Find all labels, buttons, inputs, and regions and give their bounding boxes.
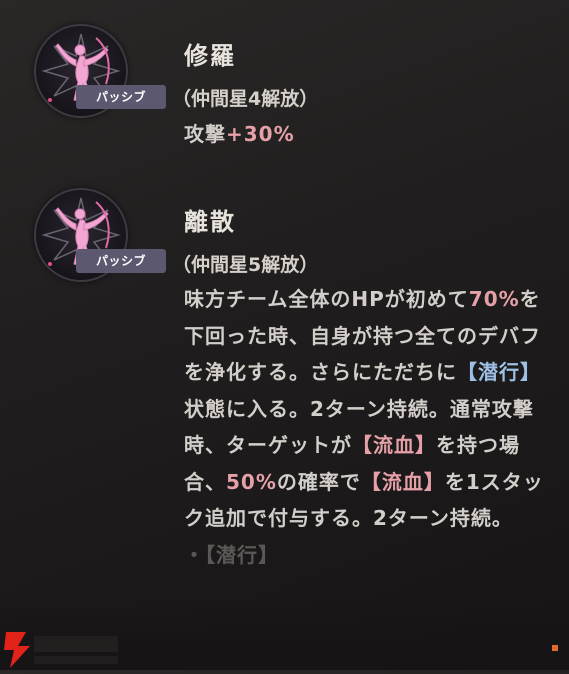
skill-effect: 攻撃+30% bbox=[184, 116, 549, 153]
accent-dot bbox=[552, 645, 558, 651]
skill-name: 離散 bbox=[184, 208, 236, 236]
effect-stat: 攻撃 bbox=[184, 122, 226, 146]
proc-chance: 50% bbox=[226, 469, 277, 494]
skill-icon[interactable]: パッシブ bbox=[34, 188, 166, 284]
hp-threshold: 70% bbox=[468, 287, 520, 311]
status-stealth: 【潜行】 bbox=[457, 360, 541, 384]
status-bleed: 【流血】 bbox=[360, 469, 445, 494]
unlock-condition: （仲間星5解放） bbox=[172, 254, 319, 276]
cut-off-line: ・【潜行】 bbox=[184, 542, 279, 567]
skill-icon[interactable]: パッシブ bbox=[34, 24, 166, 120]
passive-badge: パッシブ bbox=[76, 85, 166, 109]
desc-text: 味方チーム全体のHPが初めて bbox=[184, 287, 469, 311]
unlock-condition: （仲間星4解放） bbox=[172, 88, 319, 110]
site-logo bbox=[0, 630, 140, 670]
desc-text: の確率で bbox=[276, 469, 361, 494]
passive-badge: パッシブ bbox=[76, 249, 166, 273]
skill-panel: パッシブ 修羅 （仲間星4解放） 攻撃+30% パッシブ 離散 （仲間星5解放）… bbox=[0, 0, 569, 670]
skill-name: 修羅 bbox=[184, 42, 236, 70]
skill-description: 味方チーム全体のHPが初めて70%を下回った時、自身が持つ全てのデバフを浄化する… bbox=[184, 281, 549, 573]
effect-value: +30% bbox=[226, 122, 295, 146]
status-bleed: 【流血】 bbox=[352, 433, 436, 457]
